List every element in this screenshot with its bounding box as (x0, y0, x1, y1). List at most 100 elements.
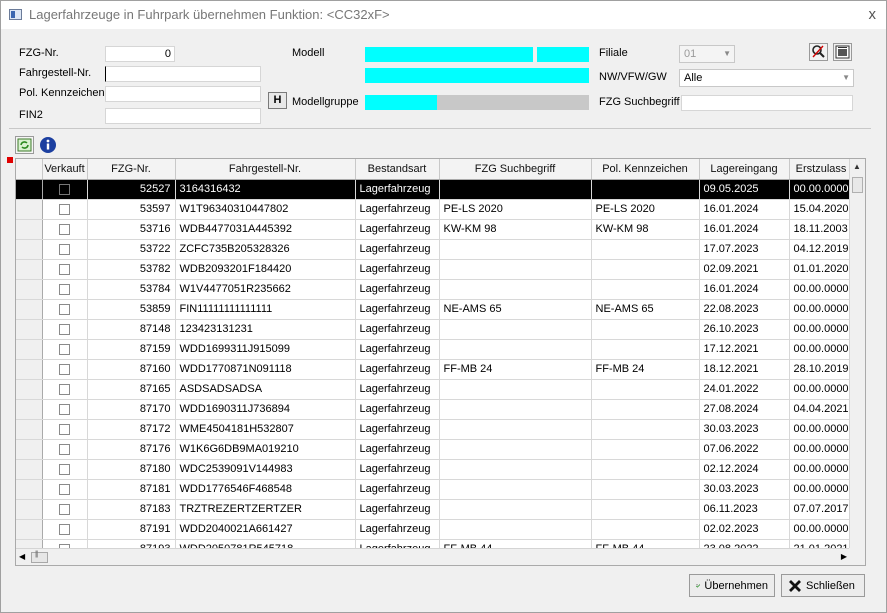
lagereingang-cell[interactable]: 02.09.2021 (699, 259, 790, 280)
fzg-suchbegriff-cell[interactable] (439, 339, 592, 360)
pol-kennzeichen-cell[interactable] (591, 519, 700, 540)
close-icon[interactable]: x (869, 6, 877, 23)
lagereingang-cell[interactable]: 16.01.2024 (699, 199, 790, 220)
bestandsart-cell[interactable]: Lagerfahrzeug (355, 419, 440, 440)
table-row[interactable]: 87180 WDC2539091V144983 Lagerfahrzeug 02.12… (16, 459, 854, 480)
lagereingang-cell[interactable]: 26.10.2023 (699, 319, 790, 340)
fzg-suchbegriff-cell[interactable] (439, 379, 592, 400)
verkauft-checkbox[interactable] (59, 283, 70, 295)
fahrgestell-nr-cell[interactable]: TRZTREZERTZERTZER (175, 499, 356, 520)
modell-field-3[interactable] (365, 68, 589, 83)
table-row[interactable]: 87148 123423131231 Lagerfahrzeug 26.10.2023… (16, 319, 854, 340)
verkauft-checkbox[interactable] (59, 323, 70, 335)
pol-kennzeichen-cell[interactable] (591, 459, 700, 480)
lagereingang-cell[interactable]: 17.07.2023 (699, 239, 790, 260)
fzg-suchbegriff-cell[interactable] (439, 259, 592, 280)
erstzulassung-cell[interactable]: 00.00.0000 (789, 439, 854, 460)
row-indicator[interactable] (16, 459, 43, 480)
erstzulassung-cell[interactable]: 07.07.2017 (789, 499, 854, 520)
search-icon-button[interactable] (809, 43, 828, 61)
row-indicator[interactable] (16, 319, 43, 340)
verkauft-checkbox[interactable] (59, 303, 70, 315)
row-indicator[interactable] (16, 499, 43, 520)
lagereingang-cell[interactable]: 16.01.2024 (699, 219, 790, 240)
pol-kennzeichen-cell[interactable] (591, 419, 700, 440)
modellgruppe-field[interactable] (365, 95, 437, 110)
fzg-suchbegriff-cell[interactable] (439, 439, 592, 460)
bestandsart-cell[interactable]: Lagerfahrzeug (355, 399, 440, 420)
row-indicator[interactable] (16, 419, 43, 440)
fahrgestell-nr-cell[interactable]: WDD1776546F468548 (175, 479, 356, 500)
refresh-button[interactable] (15, 136, 34, 154)
verkauft-checkbox[interactable] (59, 443, 70, 455)
row-indicator[interactable] (16, 519, 43, 540)
verkauft-checkbox[interactable] (59, 523, 70, 535)
erstzulassung-cell[interactable]: 00.00.0000 (789, 519, 854, 540)
scroll-left-icon[interactable]: ◀ (19, 552, 25, 561)
bestandsart-cell[interactable]: Lagerfahrzeug (355, 299, 440, 320)
scroll-up-icon[interactable]: ▲ (853, 162, 861, 171)
lagereingang-cell[interactable]: 16.01.2024 (699, 279, 790, 300)
column-header[interactable]: FZG-Nr. (87, 159, 176, 180)
verkauft-checkbox[interactable] (59, 483, 70, 495)
pol-kennzeichen-cell[interactable] (591, 499, 700, 520)
info-button[interactable] (39, 136, 58, 154)
lagereingang-cell[interactable]: 18.12.2021 (699, 359, 790, 380)
erstzulassung-cell[interactable]: 00.00.0000 (789, 459, 854, 480)
bestandsart-cell[interactable]: Lagerfahrzeug (355, 479, 440, 500)
bestandsart-cell[interactable]: Lagerfahrzeug (355, 359, 440, 380)
erstzulassung-cell[interactable]: 00.00.0000 (789, 319, 854, 340)
lagereingang-cell[interactable]: 24.01.2022 (699, 379, 790, 400)
verkauft-checkbox[interactable] (59, 223, 70, 235)
pol-kennzeichen-cell[interactable]: PE-LS 2020 (591, 199, 700, 220)
lagereingang-cell[interactable]: 06.11.2023 (699, 499, 790, 520)
erstzulassung-cell[interactable]: 00.00.0000 (789, 419, 854, 440)
nw-vfw-gw-select[interactable]: Alle ▼ (679, 69, 854, 87)
pol-kennzeichen-cell[interactable]: FF-MB 24 (591, 359, 700, 380)
fahrgestell-nr-cell[interactable]: FIN11111111111111 (175, 299, 356, 320)
fzg-suchbegriff-cell[interactable] (439, 499, 592, 520)
bestandsart-cell[interactable]: Lagerfahrzeug (355, 459, 440, 480)
scroll-thumb[interactable] (852, 177, 863, 193)
table-row[interactable]: 52527 3164316432 Lagerfahrzeug 09.05.2025 00… (16, 179, 854, 200)
pol-kennzeichen-cell[interactable] (591, 279, 700, 300)
fzg-nr-cell[interactable]: 87159 (87, 339, 176, 360)
modell-field-2[interactable] (537, 47, 589, 62)
erstzulassung-cell[interactable]: 00.00.0000 (789, 479, 854, 500)
row-indicator[interactable] (16, 439, 43, 460)
verkauft-checkbox[interactable] (59, 423, 70, 435)
fahrgestell-nr-cell[interactable]: W1V4477051R235662 (175, 279, 356, 300)
horizontal-scrollbar[interactable]: ◀ ▶ (16, 548, 851, 565)
row-indicator[interactable] (16, 199, 43, 220)
table-row[interactable]: 53782 WDB2093201F184420 Lagerfahrzeug 02.09… (16, 259, 854, 280)
erstzulassung-cell[interactable]: 04.04.2021 (789, 399, 854, 420)
erstzulassung-cell[interactable]: 00.00.0000 (789, 339, 854, 360)
column-header[interactable]: Verkauft (42, 159, 88, 180)
table-row[interactable]: 53597 W1T96340310447802 Lagerfahrzeug PE-LS… (16, 199, 854, 220)
fzg-suchbegriff-cell[interactable] (439, 459, 592, 480)
pol-kennzeichen-cell[interactable] (591, 179, 700, 200)
column-header[interactable]: Fahrgestell-Nr. (175, 159, 356, 180)
bestandsart-cell[interactable]: Lagerfahrzeug (355, 499, 440, 520)
row-indicator[interactable] (16, 259, 43, 280)
verkauft-checkbox[interactable] (59, 363, 70, 375)
fahrgestell-nr-cell[interactable]: WDD2040021A661427 (175, 519, 356, 540)
column-header-indicator[interactable] (16, 159, 43, 180)
fin2-input[interactable] (105, 108, 261, 124)
erstzulassung-cell[interactable]: 00.00.0000 (789, 179, 854, 200)
lagereingang-cell[interactable]: 17.12.2021 (699, 339, 790, 360)
lagereingang-cell[interactable]: 02.12.2024 (699, 459, 790, 480)
bestandsart-cell[interactable]: Lagerfahrzeug (355, 239, 440, 260)
row-indicator[interactable] (16, 379, 43, 400)
fzg-nr-cell[interactable]: 87172 (87, 419, 176, 440)
schliessen-button[interactable]: Schließen (781, 574, 865, 597)
erstzulassung-cell[interactable]: 00.00.0000 (789, 379, 854, 400)
row-indicator[interactable] (16, 219, 43, 240)
fzg-nr-input[interactable]: 0 (105, 46, 175, 62)
verkauft-checkbox[interactable] (59, 383, 70, 395)
lagereingang-cell[interactable]: 30.03.2023 (699, 419, 790, 440)
bestandsart-cell[interactable]: Lagerfahrzeug (355, 219, 440, 240)
lagereingang-cell[interactable]: 02.02.2023 (699, 519, 790, 540)
modell-field-1[interactable] (365, 47, 533, 62)
fzg-suchbegriff-cell[interactable] (439, 399, 592, 420)
